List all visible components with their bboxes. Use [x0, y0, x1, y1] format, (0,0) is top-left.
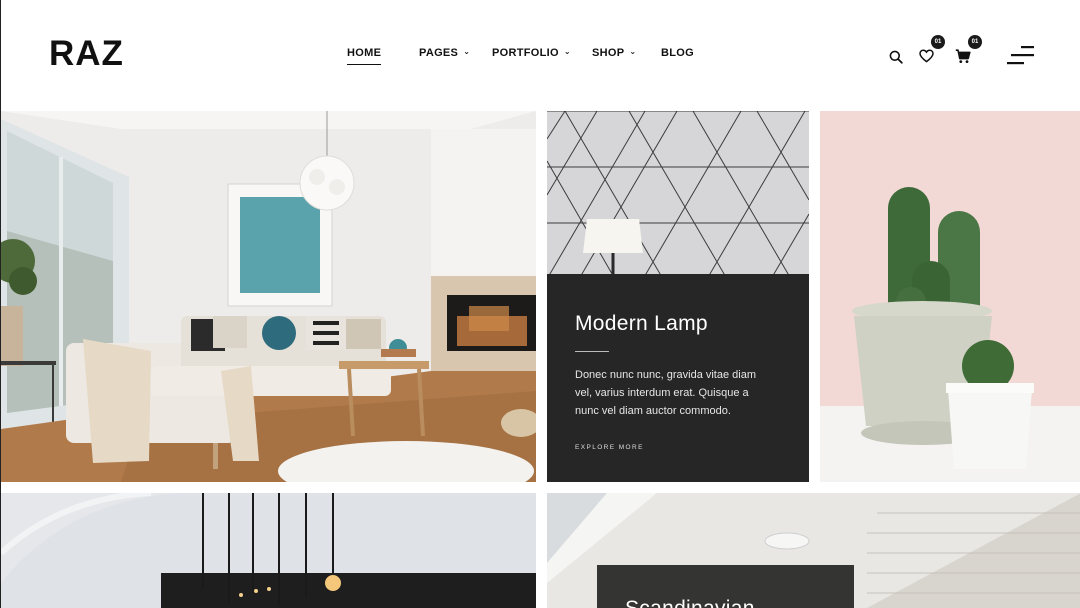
search-button[interactable] — [889, 50, 903, 69]
scandinavian-card[interactable]: Scandinavian — [547, 493, 1080, 608]
explore-more-link[interactable]: EXPLORE MORE — [575, 444, 644, 451]
nav-item-shop[interactable]: SHOP ⌄ — [592, 47, 636, 59]
featured-title: Modern Lamp — [575, 312, 708, 335]
featured-description: Donec nunc nunc, gravida vitae diam vel,… — [575, 369, 756, 417]
nav-item-pages[interactable]: PAGES ⌄ — [419, 47, 470, 59]
scandinavian-overlay-panel: Scandinavian — [597, 565, 854, 608]
site-header: RAZ HOME PAGES ⌄ PORTFOLIO ⌄ SHOP ⌄ BLOG 01 — [1, 0, 1080, 110]
wishlist-count-badge: 01 — [931, 35, 945, 49]
living-room-illustration — [1, 111, 536, 482]
cactus-image[interactable] — [820, 111, 1080, 482]
featured-overlay-panel: Modern Lamp Donec nunc nunc, gravida vit… — [547, 274, 809, 482]
cactus-illustration — [820, 111, 1080, 482]
nav-item-blog-label: BLOG — [661, 47, 694, 59]
nav-item-shop-label: SHOP — [592, 47, 625, 59]
living-room-image[interactable] — [1, 111, 536, 482]
active-underline — [347, 64, 382, 65]
hamburger-menu-icon — [1007, 46, 1034, 65]
heart-icon — [919, 49, 934, 63]
pendant-lights-illustration — [1, 493, 536, 608]
nav-item-pages-label: PAGES — [419, 47, 459, 59]
chevron-down-icon: ⌄ — [629, 47, 637, 56]
chevron-down-icon: ⌄ — [563, 47, 571, 56]
nav-item-home[interactable]: HOME — [347, 47, 382, 65]
featured-divider — [575, 351, 609, 352]
nav-item-home-label: HOME — [347, 47, 382, 59]
wishlist-button[interactable] — [919, 49, 934, 68]
pendant-lights-image[interactable] — [1, 493, 536, 608]
scandinavian-title: Scandinavian — [625, 597, 755, 608]
search-icon — [889, 50, 903, 64]
modern-lamp-card[interactable]: Modern Lamp Donec nunc nunc, gravida vit… — [547, 111, 809, 482]
cart-button[interactable] — [955, 49, 971, 69]
menu-toggle-button[interactable] — [1007, 45, 1035, 70]
chevron-down-icon: ⌄ — [463, 47, 471, 56]
site-logo[interactable]: RAZ — [49, 34, 124, 74]
cart-count-badge: 01 — [968, 35, 982, 49]
nav-item-portfolio-label: PORTFOLIO — [492, 47, 559, 59]
nav-item-portfolio[interactable]: PORTFOLIO ⌄ — [492, 47, 571, 59]
cart-icon — [955, 49, 971, 63]
nav-item-blog[interactable]: BLOG — [661, 47, 694, 59]
